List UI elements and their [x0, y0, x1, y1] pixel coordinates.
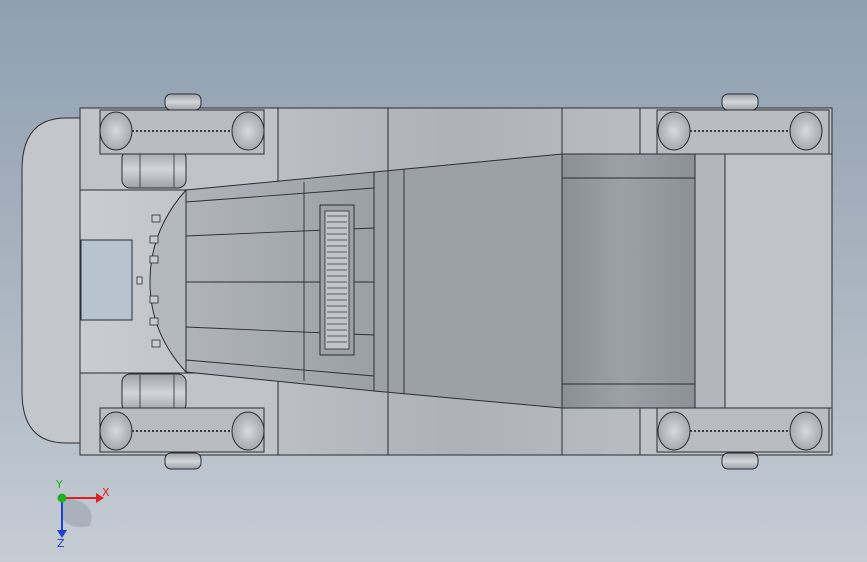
- front-right-lamp: [121, 373, 187, 413]
- front-bumper: [21, 117, 81, 444]
- x-axis-label: X: [102, 486, 110, 499]
- wheel-front-right: [99, 407, 265, 470]
- front-left-lamp: [121, 149, 187, 189]
- cabin-roof: [561, 153, 696, 409]
- graphics-viewport[interactable]: X Z Y: [0, 0, 867, 562]
- hood-vent: [319, 204, 355, 356]
- z-axis-label: Z: [57, 537, 65, 548]
- coordinate-triad: X Z Y: [55, 478, 110, 548]
- rear-deck: [694, 153, 726, 409]
- front-grille-window: [80, 239, 133, 321]
- front-emblem: [136, 276, 143, 285]
- rear-panel: [724, 153, 833, 409]
- wheel-front-left: [99, 93, 265, 155]
- car-model-top-view[interactable]: [0, 0, 867, 562]
- cowl: [373, 153, 563, 409]
- y-axis-dot: [57, 493, 67, 503]
- wheel-rear-right: [656, 407, 830, 470]
- triad-shadow: [62, 498, 92, 527]
- wheel-rear-left: [656, 93, 830, 155]
- y-axis-label: Y: [55, 478, 63, 491]
